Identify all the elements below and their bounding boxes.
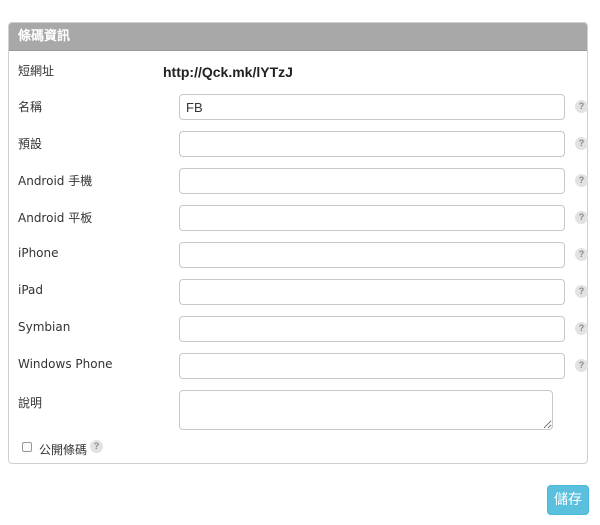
description-textarea[interactable]: [179, 390, 553, 430]
name-input[interactable]: [179, 94, 565, 120]
iphone-input[interactable]: [179, 242, 565, 268]
panel-title: 條碼資訊: [9, 23, 587, 51]
help-icon[interactable]: ?: [575, 211, 588, 224]
field-label-ipad: iPad: [18, 283, 44, 297]
ipad-input[interactable]: [179, 279, 565, 305]
help-icon[interactable]: ?: [575, 137, 588, 150]
help-icon[interactable]: ?: [575, 248, 588, 261]
symbian-input[interactable]: [179, 316, 565, 342]
save-button[interactable]: 儲存: [547, 485, 589, 515]
help-icon[interactable]: ?: [90, 440, 103, 453]
help-icon[interactable]: ?: [575, 100, 588, 113]
field-label-default: 預設: [18, 137, 43, 151]
short-url-label: 短網址: [18, 64, 55, 78]
short-url-value: http://Qck.mk/lYTzJ: [163, 64, 293, 80]
help-icon[interactable]: ?: [575, 285, 588, 298]
android-phone-input[interactable]: [179, 168, 565, 194]
public-barcode-checkbox[interactable]: [22, 442, 32, 452]
public-barcode-label[interactable]: 公開條碼: [39, 441, 87, 458]
description-label: 說明: [18, 396, 43, 410]
help-icon[interactable]: ?: [575, 359, 588, 372]
field-label-name: 名稱: [18, 100, 43, 114]
help-icon[interactable]: ?: [575, 322, 588, 335]
barcode-info-panel: 條碼資訊 短網址 http://Qck.mk/lYTzJ 名稱 ? 預設 ? A…: [8, 22, 588, 464]
android-tablet-input[interactable]: [179, 205, 565, 231]
windows-phone-input[interactable]: [179, 353, 565, 379]
default-url-input[interactable]: [179, 131, 565, 157]
field-label-windows-phone: Windows Phone: [18, 357, 113, 371]
help-icon[interactable]: ?: [575, 174, 588, 187]
field-label-iphone: iPhone: [18, 246, 59, 260]
field-label-symbian: Symbian: [18, 320, 71, 334]
field-label-android-tablet: Android 平板: [18, 211, 93, 225]
field-label-android-phone: Android 手機: [18, 174, 93, 188]
